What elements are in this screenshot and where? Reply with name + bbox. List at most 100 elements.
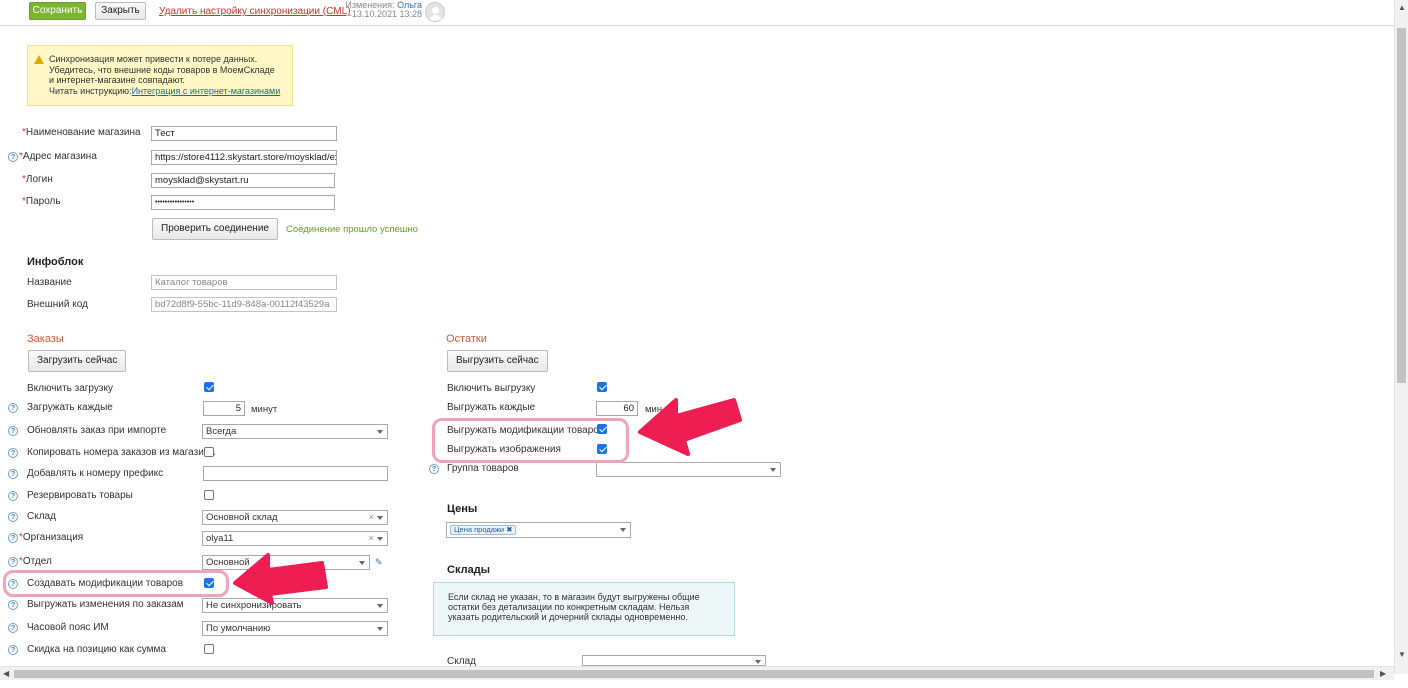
shop-name-label: *Наименование магазина — [22, 127, 141, 138]
copy-numbers-label: Копировать номера заказов из магазина — [27, 447, 215, 458]
chevron-down-icon — [377, 516, 383, 520]
close-button[interactable]: Закрыть — [95, 2, 146, 20]
shop-name-input[interactable]: Тест — [151, 126, 337, 141]
reserve-checkbox[interactable] — [204, 490, 214, 500]
prefix-label: Добавлять к номеру префикс — [27, 468, 164, 479]
prices-heading: Цены — [447, 503, 478, 515]
infoblock-name-input: Каталог товаров — [151, 275, 337, 290]
export-changes-label: Выгружать изменения по заказам — [27, 599, 184, 610]
instruction-link[interactable]: Интеграция с интернет-магазинами — [132, 86, 281, 96]
organization-label: *Организация — [19, 532, 84, 543]
help-icon[interactable]: ? — [8, 448, 18, 458]
load-every-unit: минут — [251, 404, 278, 415]
avatar[interactable] — [425, 2, 445, 22]
warning-icon — [34, 55, 44, 64]
reserve-label: Резервировать товары — [27, 490, 133, 501]
warehouses-info: Если склад не указан, то в магазин будут… — [433, 582, 735, 636]
warning-line-1: Синхронизация может привести к потере да… — [49, 54, 258, 64]
chevron-down-icon — [377, 430, 383, 434]
shop-address-label: *Адрес магазина — [19, 151, 97, 162]
external-code-label: Внешний код — [27, 299, 88, 310]
export-every-label: Выгружать каждые — [447, 402, 536, 413]
horizontal-scroll-thumb[interactable] — [14, 670, 1374, 678]
warning-line-2: Убедитесь, что внешние коды товаров в Мо… — [49, 64, 275, 75]
vertical-scrollbar[interactable]: ▲ ▼ — [1394, 0, 1408, 674]
prefix-input[interactable] — [203, 466, 388, 481]
scroll-up-icon[interactable]: ▲ — [1398, 3, 1406, 12]
product-group-label: Группа товаров — [447, 463, 519, 474]
export-every-input[interactable]: 60 — [596, 401, 638, 416]
password-label: *Пароль — [22, 196, 61, 207]
export-now-button[interactable]: Выгрузить сейчас — [447, 350, 548, 372]
scroll-right-icon[interactable]: ▶ — [1380, 669, 1386, 678]
scroll-left-icon[interactable]: ◀ — [3, 669, 9, 678]
edit-icon[interactable]: ✎ — [375, 557, 383, 568]
enable-export-checkbox[interactable] — [597, 382, 607, 392]
arrow-icon — [233, 553, 328, 605]
chevron-down-icon — [359, 561, 365, 565]
load-now-button[interactable]: Загрузить сейчас — [28, 350, 127, 372]
login-label: *Логин — [22, 174, 53, 185]
stock-warehouse-select[interactable] — [582, 655, 766, 666]
timezone-select[interactable]: По умолчанию — [202, 621, 388, 636]
warehouse-label: Склад — [27, 511, 56, 522]
help-icon[interactable]: ? — [8, 469, 18, 479]
info-line-2: остатки без детализации по конкретным ск… — [448, 602, 690, 612]
stock-section-title: Остатки — [446, 333, 487, 345]
chevron-down-icon — [377, 627, 383, 631]
scroll-down-icon[interactable]: ▼ — [1398, 650, 1406, 659]
price-tag[interactable]: Цена продажи ✖ — [450, 525, 517, 535]
organization-select[interactable]: olya11 × — [202, 531, 388, 546]
help-icon[interactable]: ? — [8, 557, 18, 567]
update-order-select[interactable]: Всегда — [202, 424, 388, 439]
help-icon[interactable]: ? — [8, 512, 18, 522]
load-every-input[interactable]: 5 — [203, 401, 245, 416]
infoblock-heading: Инфоблок — [27, 256, 84, 268]
password-input[interactable]: •••••••••••••••• — [151, 195, 335, 210]
chevron-down-icon — [755, 660, 761, 664]
toolbar: Сохранить Закрыть Удалить настройку синх… — [0, 0, 1394, 26]
delete-sync-link[interactable]: Удалить настройку синхронизации (CML) — [159, 6, 351, 17]
info-line-1: Если склад не указан, то в магазин будут… — [448, 592, 700, 602]
help-icon[interactable]: ? — [8, 623, 18, 633]
clear-icon[interactable]: × — [369, 532, 374, 544]
help-icon[interactable]: ? — [8, 533, 18, 543]
highlight-export-options — [432, 418, 629, 463]
product-group-select[interactable] — [596, 462, 781, 477]
discount-label: Скидка на позицию как сумма — [27, 644, 166, 655]
enable-load-checkbox[interactable] — [204, 382, 214, 392]
help-icon[interactable]: ? — [8, 645, 18, 655]
help-icon[interactable]: ? — [429, 464, 439, 474]
help-icon[interactable]: ? — [8, 491, 18, 501]
help-icon[interactable]: ? — [8, 426, 18, 436]
changes-info: Изменения: Ольга 13.10.2021 13:28 — [344, 1, 422, 19]
chevron-down-icon — [620, 528, 626, 532]
shop-address-input[interactable]: https://store4112.skystart.store/moyskla… — [151, 150, 337, 165]
horizontal-scrollbar[interactable]: ◀ ▶ — [0, 666, 1394, 680]
warehouses-heading: Склады — [447, 564, 491, 576]
clear-icon[interactable]: × — [369, 511, 374, 523]
help-icon[interactable]: ? — [8, 152, 18, 162]
prices-select[interactable]: Цена продажи ✖ — [446, 522, 631, 538]
help-icon[interactable]: ? — [8, 600, 18, 610]
infoblock-name-label: Название — [27, 277, 72, 288]
enable-load-label: Включить загрузку — [27, 383, 113, 394]
chevron-down-icon — [377, 537, 383, 541]
timezone-label: Часовой пояс ИМ — [27, 622, 109, 633]
copy-numbers-checkbox[interactable] — [204, 447, 214, 457]
external-code-input: bd72d8f9-55bc-11d9-848a-00112f43529a — [151, 297, 337, 312]
orders-section-title: Заказы — [27, 333, 64, 345]
warning-line-4: Читать инструкцию: — [49, 85, 132, 96]
chevron-down-icon — [377, 604, 383, 608]
highlight-create-mods — [3, 570, 229, 597]
help-icon[interactable]: ? — [8, 403, 18, 413]
changes-date: 13.10.2021 13:28 — [351, 9, 422, 19]
check-connection-button[interactable]: Проверить соединение — [152, 218, 278, 240]
save-button[interactable]: Сохранить — [29, 2, 86, 20]
login-input[interactable]: moysklad@skystart.ru — [151, 173, 335, 188]
sync-warning: Синхронизация может привести к потере да… — [27, 45, 293, 106]
discount-checkbox[interactable] — [204, 644, 214, 654]
info-line-3: указать родительский и дочерний склады о… — [448, 612, 688, 622]
warehouse-select[interactable]: Основной склад × — [202, 510, 388, 525]
vertical-scroll-thumb[interactable] — [1397, 28, 1406, 383]
